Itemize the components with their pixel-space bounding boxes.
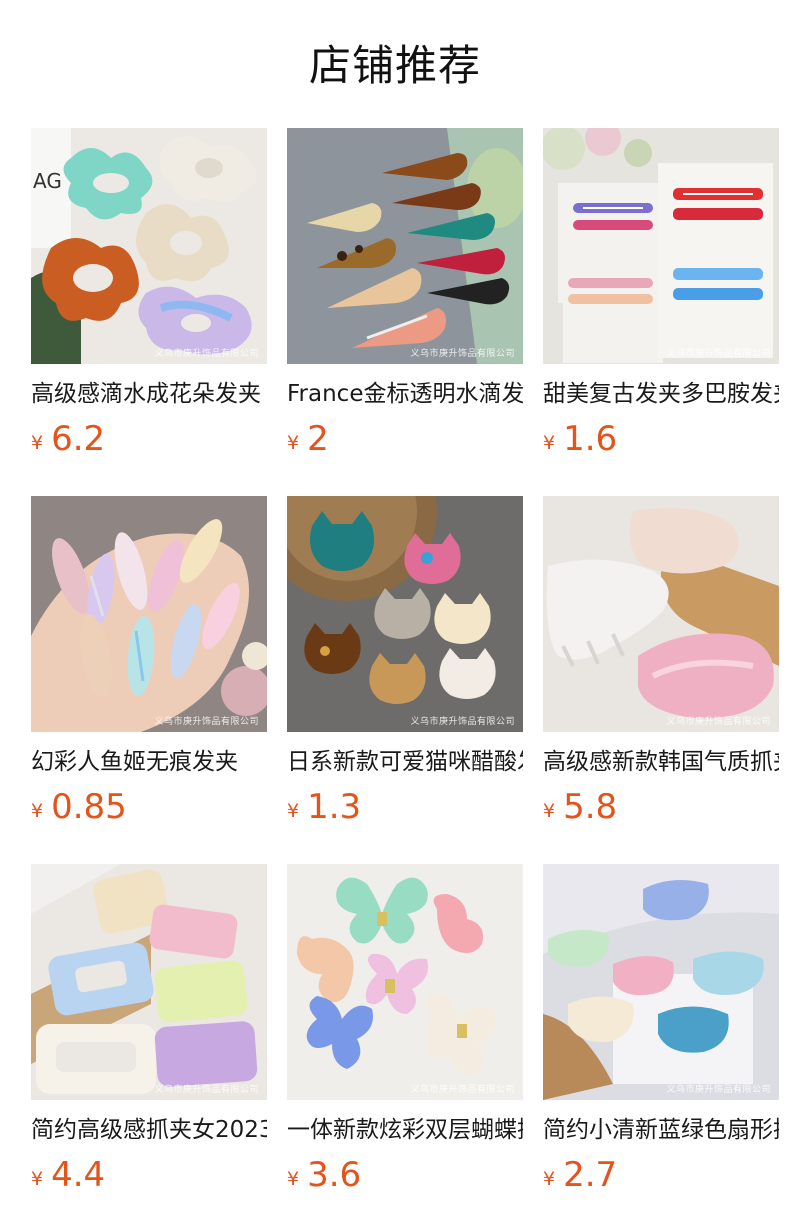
- price-value: 5.8: [563, 787, 618, 827]
- shell-claw-clips-photo: [543, 864, 779, 1100]
- product-card[interactable]: 义乌市庚升饰品有限公司 甜美复古发夹多巴胺发夹 ¥1.6: [543, 128, 779, 496]
- flower-claw-clips-photo: AG: [31, 128, 267, 364]
- product-image[interactable]: AG 义乌市庚升饰品有限公司: [31, 128, 267, 364]
- watermark-text: 义乌市庚升饰品有限公司: [154, 1085, 259, 1095]
- price-value: 2: [307, 419, 329, 459]
- product-card[interactable]: 义乌市庚升饰品有限公司 一体新款炫彩双层蝴蝶抓夹 ¥3.6: [287, 864, 523, 1232]
- product-card[interactable]: 义乌市庚升饰品有限公司 幻彩人鱼姬无痕发夹 ¥0.85: [31, 496, 267, 864]
- product-price: ¥2.7: [543, 1155, 779, 1195]
- currency-symbol: ¥: [287, 432, 300, 454]
- product-price: ¥4.4: [31, 1155, 267, 1195]
- product-card[interactable]: 义乌市庚升饰品有限公司 日系新款可爱猫咪醋酸发夹 ¥1.3: [287, 496, 523, 864]
- price-value: 1.3: [307, 787, 362, 827]
- watermark-text: 义乌市庚升饰品有限公司: [154, 349, 259, 359]
- teardrop-snap-clips-photo: [287, 128, 523, 364]
- cat-head-clips-photo: [287, 496, 523, 732]
- currency-symbol: ¥: [543, 1168, 556, 1190]
- product-name[interactable]: France金标透明水滴发夹: [287, 378, 523, 410]
- price-value: 3.6: [307, 1155, 362, 1195]
- svg-text:AG: AG: [33, 169, 62, 193]
- product-image[interactable]: 义乌市庚升饰品有限公司: [543, 128, 779, 364]
- square-claw-clips-photo: [31, 864, 267, 1100]
- product-name[interactable]: 甜美复古发夹多巴胺发夹: [543, 378, 779, 410]
- product-price: ¥2: [287, 419, 523, 459]
- shop-recommendation-page: 店铺推荐 AG 义乌市庚升饰品有限公司 高级感滴水成花朵发夹 ¥ 6.2 义乌市…: [0, 0, 790, 1232]
- product-name[interactable]: 一体新款炫彩双层蝴蝶抓夹: [287, 1114, 523, 1146]
- currency-symbol: ¥: [543, 800, 556, 822]
- price-value: 6.2: [51, 419, 106, 459]
- watermark-text: 义乌市庚升饰品有限公司: [410, 1085, 515, 1095]
- price-value: 4.4: [51, 1155, 106, 1195]
- product-name[interactable]: 高级感新款韩国气质抓夹: [543, 746, 779, 778]
- price-value: 1.6: [563, 419, 618, 459]
- product-name[interactable]: 高级感滴水成花朵发夹: [31, 378, 267, 410]
- currency-symbol: ¥: [31, 1168, 44, 1190]
- currency-symbol: ¥: [287, 1168, 300, 1190]
- product-grid: AG 义乌市庚升饰品有限公司 高级感滴水成花朵发夹 ¥ 6.2 义乌市庚升饰品有…: [31, 128, 779, 1232]
- product-image[interactable]: 义乌市庚升饰品有限公司: [287, 128, 523, 364]
- product-image[interactable]: 义乌市庚升饰品有限公司: [543, 864, 779, 1100]
- price-value: 2.7: [563, 1155, 618, 1195]
- currency-symbol: ¥: [31, 432, 44, 454]
- currency-symbol: ¥: [287, 800, 300, 822]
- watermark-text: 义乌市庚升饰品有限公司: [666, 349, 771, 359]
- product-name[interactable]: 日系新款可爱猫咪醋酸发夹: [287, 746, 523, 778]
- product-name[interactable]: 简约高级感抓夹女2023: [31, 1114, 267, 1146]
- butterfly-clips-photo: [287, 864, 523, 1100]
- product-name[interactable]: 简约小清新蓝绿色扇形抓夹: [543, 1114, 779, 1146]
- section-title: 店铺推荐: [308, 41, 481, 90]
- product-name[interactable]: 幻彩人鱼姬无痕发夹: [31, 746, 267, 778]
- product-price: ¥5.8: [543, 787, 779, 827]
- product-image[interactable]: 义乌市庚升饰品有限公司: [31, 864, 267, 1100]
- product-price: ¥1.6: [543, 419, 779, 459]
- watermark-text: 义乌市庚升饰品有限公司: [154, 717, 259, 727]
- currency-symbol: ¥: [31, 800, 44, 822]
- watermark-text: 义乌市庚升饰品有限公司: [410, 717, 515, 727]
- price-value: 0.85: [51, 787, 127, 827]
- product-image[interactable]: 义乌市庚升饰品有限公司: [31, 496, 267, 732]
- product-image[interactable]: 义乌市庚升饰品有限公司: [543, 496, 779, 732]
- product-image[interactable]: 义乌市庚升饰品有限公司: [287, 496, 523, 732]
- duckbill-clips-card-photo: [543, 128, 779, 364]
- product-card[interactable]: 义乌市庚升饰品有限公司 简约小清新蓝绿色扇形抓夹 ¥2.7: [543, 864, 779, 1232]
- product-price: ¥6.2: [31, 419, 267, 459]
- product-card[interactable]: 义乌市庚升饰品有限公司 高级感新款韩国气质抓夹 ¥5.8: [543, 496, 779, 864]
- mermaid-clips-hand-photo: [31, 496, 267, 732]
- currency-symbol: ¥: [543, 432, 556, 454]
- watermark-text: 义乌市庚升饰品有限公司: [666, 717, 771, 727]
- product-price: ¥1.3: [287, 787, 523, 827]
- product-image[interactable]: 义乌市庚升饰品有限公司: [287, 864, 523, 1100]
- watermark-text: 义乌市庚升饰品有限公司: [666, 1085, 771, 1095]
- product-price: ¥3.6: [287, 1155, 523, 1195]
- product-card[interactable]: AG 义乌市庚升饰品有限公司 高级感滴水成花朵发夹 ¥ 6.2: [31, 128, 267, 496]
- product-card[interactable]: 义乌市庚升饰品有限公司 France金标透明水滴发夹 ¥2: [287, 128, 523, 496]
- product-card[interactable]: 义乌市庚升饰品有限公司 简约高级感抓夹女2023 ¥4.4: [31, 864, 267, 1232]
- watermark-text: 义乌市庚升饰品有限公司: [410, 349, 515, 359]
- pearl-claw-clips-photo: [543, 496, 779, 732]
- product-price: ¥0.85: [31, 787, 267, 827]
